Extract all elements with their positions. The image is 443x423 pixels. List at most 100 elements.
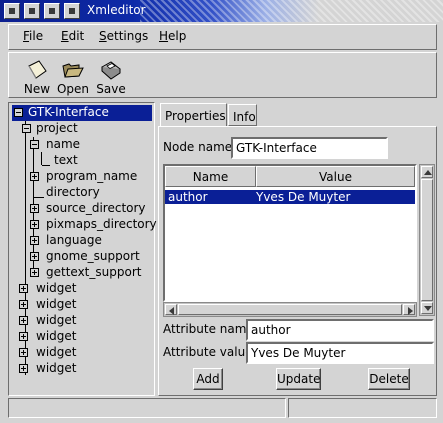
tab-info-label: Info [233, 110, 256, 124]
attribute-name-field[interactable]: author [246, 319, 434, 341]
tree-node-label: widget [36, 313, 77, 327]
expand-icon[interactable] [19, 348, 28, 357]
menu-file[interactable]: File [23, 29, 43, 43]
menu-help-mnemonic: H [159, 29, 169, 43]
menu-settings[interactable]: Settings [99, 29, 148, 43]
tab-info[interactable]: Info [228, 104, 257, 126]
tree-view[interactable]: GTK-Interface project name text program_… [8, 102, 157, 396]
tree-node-label: gnome_support [46, 249, 140, 263]
scroll-left-button[interactable] [165, 304, 177, 315]
expand-icon[interactable] [19, 364, 28, 373]
save-button[interactable]: Save [91, 55, 131, 97]
node-name-field[interactable]: GTK-Interface [231, 137, 388, 159]
expand-icon[interactable] [30, 268, 39, 277]
attribute-value-cell: Yves De Muyter [256, 190, 351, 204]
menu-file-label: ile [29, 29, 44, 43]
node-name-label: Node name: [163, 140, 237, 154]
tree-node-label: GTK-Interface [28, 105, 109, 119]
column-header-value[interactable]: Value [256, 166, 415, 187]
menu-bar: File Edit Settings Help [8, 24, 437, 50]
tree-node-label: language [46, 233, 102, 247]
tree-node-label: pixmaps_directory [46, 217, 157, 231]
scroll-thumb[interactable] [421, 179, 433, 301]
status-cell-main [8, 398, 286, 418]
open-folder-icon [62, 63, 84, 78]
horizontal-scrollbar[interactable] [163, 302, 417, 317]
tree-node-label: name [46, 137, 81, 151]
attribute-name-label: Attribute name: [163, 322, 258, 336]
status-cell-secondary [288, 398, 437, 418]
menu-edit-label: dit [68, 29, 85, 43]
tree-node-gtk-interface[interactable]: GTK-Interface [12, 105, 152, 121]
status-bar [8, 398, 437, 418]
collapse-icon[interactable] [22, 124, 31, 133]
open-button-label: Open [56, 82, 90, 96]
new-button-label: New [23, 82, 51, 96]
open-button[interactable]: Open [53, 55, 93, 97]
tree-line [41, 152, 42, 165]
tree-node-label: widget [36, 345, 77, 359]
minimize-button[interactable] [44, 3, 60, 19]
add-button[interactable]: Add [193, 368, 223, 390]
tree-line [42, 165, 50, 166]
menu-help[interactable]: Help [159, 29, 186, 43]
delete-button[interactable]: Delete [368, 368, 410, 390]
tab-properties[interactable]: Properties [160, 103, 227, 127]
arrow-right-icon [408, 307, 413, 315]
expand-icon[interactable] [30, 204, 39, 213]
table-row[interactable]: author Yves De Muyter [165, 190, 415, 204]
tree-node-label: source_directory [46, 201, 146, 215]
attribute-name-cell: author [168, 190, 208, 204]
vertical-scrollbar[interactable] [419, 164, 435, 316]
tree-node-label: widget [36, 361, 77, 375]
expand-icon[interactable] [19, 300, 28, 309]
expand-icon[interactable] [30, 236, 39, 245]
maximize-button[interactable] [64, 3, 80, 19]
expand-icon[interactable] [30, 172, 39, 181]
column-header-name[interactable]: Name [165, 166, 256, 187]
menu-settings-mnemonic: S [99, 29, 107, 43]
title-bar-pattern [140, 0, 443, 22]
expand-icon[interactable] [19, 316, 28, 325]
expand-icon[interactable] [19, 332, 28, 341]
attribute-list[interactable]: Name Value author Yves De Muyter [163, 164, 417, 302]
window-title: Xmleditor [87, 3, 146, 17]
tree-node-label: widget [36, 297, 77, 311]
menu-edit[interactable]: Edit [61, 29, 84, 43]
new-file-icon [28, 60, 47, 79]
toolbar: New Open Save [8, 52, 437, 98]
title-bar[interactable]: Xmleditor [0, 0, 443, 22]
menu-edit-mnemonic: E [61, 29, 69, 43]
scroll-down-button[interactable] [421, 302, 433, 314]
scroll-right-button[interactable] [403, 304, 415, 315]
update-button[interactable]: Update [276, 368, 321, 390]
window-menu-button[interactable] [4, 3, 20, 19]
collapse-icon[interactable] [14, 108, 23, 117]
expand-icon[interactable] [30, 220, 39, 229]
tree-node-label: directory [46, 185, 100, 199]
collapse-icon[interactable] [30, 140, 39, 149]
new-button[interactable]: New [17, 55, 57, 97]
menu-help-label: elp [168, 29, 187, 43]
expand-icon[interactable] [19, 284, 28, 293]
attribute-value-field[interactable]: Yves De Muyter [246, 342, 434, 364]
scroll-thumb[interactable] [178, 304, 402, 315]
arrow-up-icon [424, 170, 432, 175]
tree-node-label: project [36, 121, 78, 135]
arrow-left-icon [169, 307, 174, 315]
save-button-label: Save [96, 82, 126, 96]
expand-icon[interactable] [30, 252, 39, 261]
attribute-value-label: Attribute value: [163, 345, 257, 359]
arrow-down-icon [424, 306, 432, 311]
save-disk-icon [101, 61, 121, 80]
tree-node-label: widget [36, 329, 77, 343]
tab-properties-label: Properties [165, 109, 226, 123]
menu-settings-label: ettings [106, 29, 149, 43]
tree-node-label: widget [36, 281, 77, 295]
tree-node-label: program_name [46, 169, 138, 183]
scroll-up-button[interactable] [421, 166, 433, 178]
tree-node-label: gettext_support [46, 265, 142, 279]
tree-line [34, 197, 44, 198]
tree-node-label: text [54, 153, 78, 167]
shade-button[interactable] [24, 3, 40, 19]
